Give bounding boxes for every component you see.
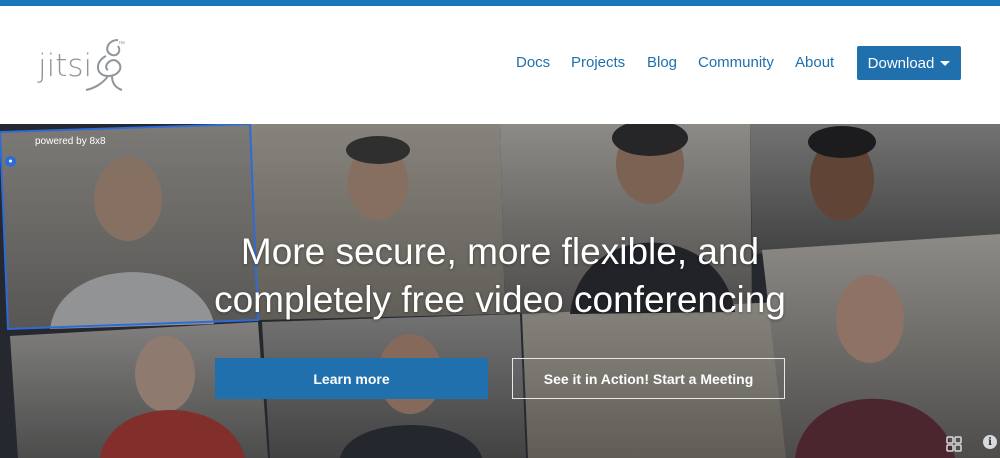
headline-line-1: More secure, more flexible, and bbox=[240, 231, 760, 272]
nav-about[interactable]: About bbox=[795, 54, 834, 71]
nav-projects[interactable]: Projects bbox=[571, 54, 625, 71]
download-button[interactable]: Download bbox=[857, 46, 961, 80]
jitsi-logo-icon bbox=[85, 39, 123, 91]
jitsi-logo[interactable]: jitsi ™ bbox=[38, 38, 130, 100]
headline-line-2: completely free video conferencing bbox=[214, 279, 786, 320]
tile-view-icon[interactable] bbox=[946, 436, 962, 452]
info-icon[interactable]: i bbox=[983, 435, 997, 449]
powered-by-label: powered by 8x8 bbox=[35, 136, 106, 147]
learn-more-button[interactable]: Learn more bbox=[215, 358, 488, 399]
nav-docs[interactable]: Docs bbox=[516, 54, 550, 71]
caret-down-icon bbox=[940, 61, 951, 66]
download-label: Download bbox=[867, 54, 935, 72]
hero-section: powered by 8x8 ● More secure, more flexi… bbox=[0, 124, 1000, 458]
nav-community[interactable]: Community bbox=[698, 54, 774, 71]
hero-headline: More secure, more flexible, and complete… bbox=[0, 228, 1000, 324]
speaker-badge-icon: ● bbox=[5, 156, 16, 167]
start-meeting-button[interactable]: See it in Action! Start a Meeting bbox=[512, 358, 785, 399]
site-header: jitsi ™ Docs Projects Blog Community Abo… bbox=[0, 6, 1000, 124]
nav-blog[interactable]: Blog bbox=[647, 54, 677, 71]
